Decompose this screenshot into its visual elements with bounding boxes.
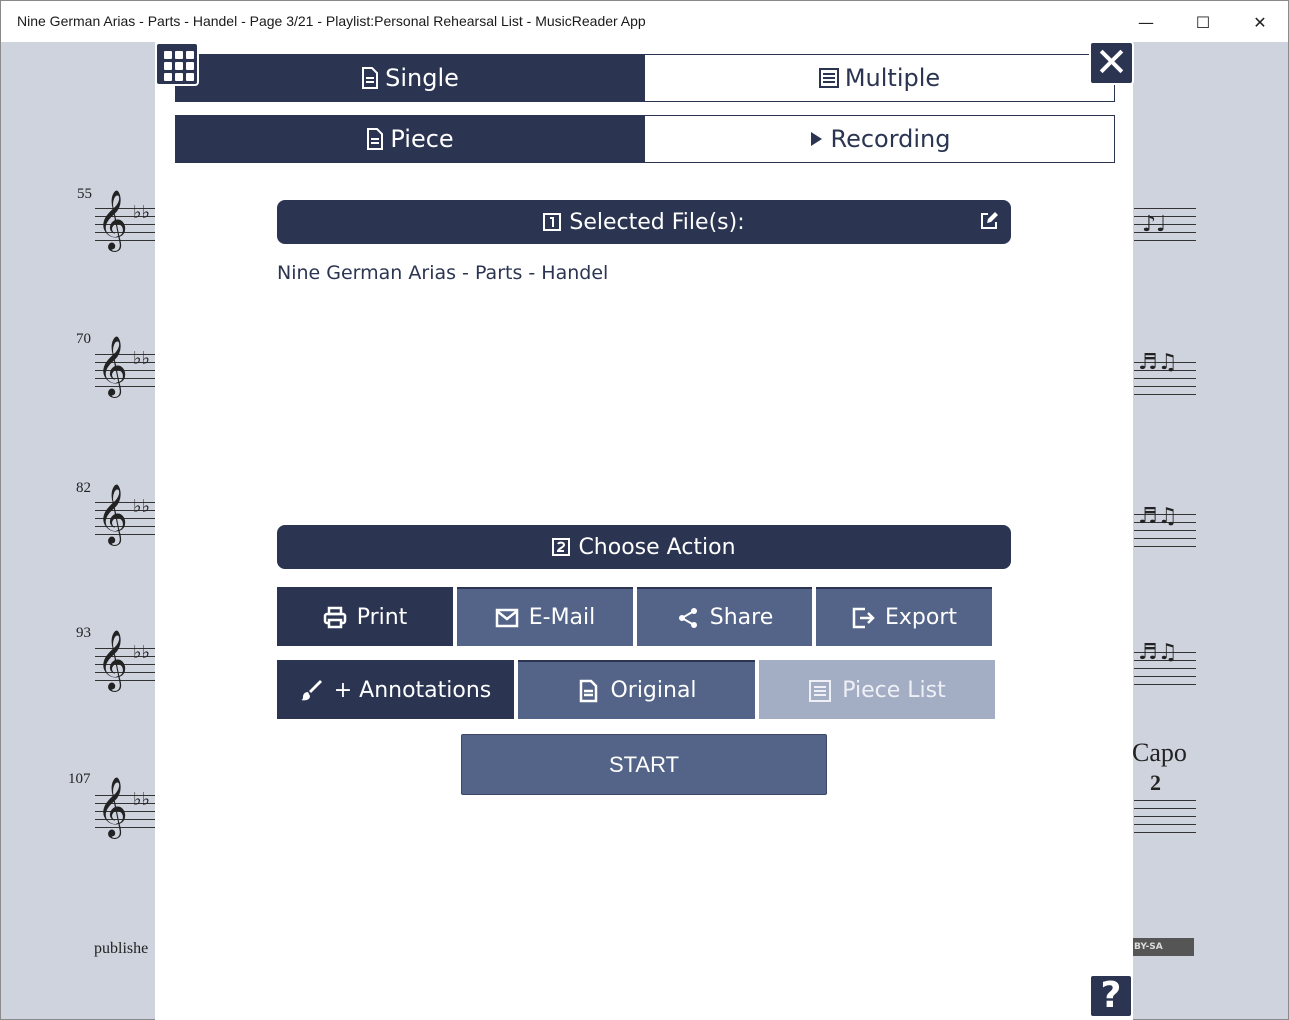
tab-label: Single (385, 64, 459, 92)
measure-number: 70 (76, 331, 91, 347)
license-badge: BY-SA (1132, 938, 1194, 956)
share-button[interactable]: Share (637, 587, 812, 647)
grid-dot (175, 73, 183, 81)
email-button[interactable]: E-Mail (457, 587, 633, 647)
flat-icon: ♭♭ (133, 496, 150, 517)
maximize-button[interactable]: ☐ (1175, 1, 1231, 43)
measure-number: 55 (77, 186, 92, 202)
selected-files-header: Selected File(s): (277, 200, 1011, 244)
export-label: Export (884, 605, 957, 630)
capo-marking: Capo (1132, 738, 1187, 767)
window-close-button[interactable]: ✕ (1232, 1, 1288, 43)
publisher-text: publishe (94, 940, 149, 957)
treble-clef-icon: 𝄞 (97, 484, 128, 544)
grid-dot (175, 62, 183, 70)
notes-icon: ♪♩ (1142, 212, 1167, 237)
selected-files-label: Selected File(s): (569, 209, 745, 235)
notes-icon: ♬♫ (1138, 640, 1178, 665)
window-title: Nine German Arias - Parts - Handel - Pag… (17, 13, 646, 29)
grid-dot (164, 62, 172, 70)
document-icon (367, 128, 384, 150)
capo-number: 2 (1150, 770, 1161, 795)
edit-icon[interactable] (979, 211, 999, 231)
play-icon (811, 132, 823, 146)
close-panel-button[interactable]: ✕ (1089, 41, 1134, 85)
grid-dot (164, 73, 172, 81)
annotations-button[interactable]: + Annotations (277, 660, 514, 720)
piece-list-label: Piece List (842, 678, 946, 703)
original-label: Original (610, 678, 697, 703)
notes-icon: ♬♫ (1138, 504, 1178, 529)
tab-label: Piece (390, 125, 454, 153)
flat-icon: ♭♭ (133, 202, 150, 223)
treble-clef-icon: 𝄞 (97, 190, 128, 250)
list-icon (818, 68, 839, 88)
grid-dot (186, 62, 194, 70)
minimize-button[interactable]: — (1118, 1, 1174, 43)
selected-file-name[interactable]: Nine German Arias - Parts - Handel (277, 262, 608, 284)
staff: 𝄞 ♭♭ (95, 781, 157, 833)
step-two-icon (552, 538, 571, 556)
tab-label: Multiple (844, 64, 941, 92)
treble-clef-icon: 𝄞 (97, 630, 128, 690)
annotations-label: + Annotations (333, 678, 492, 703)
choose-action-header: Choose Action (277, 525, 1011, 569)
flat-icon: ♭♭ (133, 789, 150, 810)
tab-label: Recording (830, 125, 951, 153)
staff: 𝄞 ♭♭ (95, 488, 157, 540)
staff: 𝄞 ♭♭ (95, 194, 157, 246)
brush-icon (300, 679, 322, 700)
document-icon (580, 679, 598, 702)
measure-number: 107 (68, 771, 91, 787)
tab-piece[interactable]: Piece (175, 115, 645, 163)
list-icon (809, 679, 832, 702)
staff: ♬♫ (1134, 350, 1196, 396)
original-button[interactable]: Original (518, 660, 755, 720)
staff: 𝄞 ♭♭ (95, 634, 157, 686)
export-button[interactable]: Export (816, 587, 992, 647)
piece-list-button[interactable]: Piece List (759, 660, 995, 720)
step-one-icon (543, 213, 562, 231)
print-label: Print (356, 605, 408, 630)
tab-multiple[interactable]: Multiple (644, 54, 1115, 102)
notes-icon: ♬♫ (1138, 350, 1178, 375)
printer-icon (323, 606, 346, 628)
email-label: E-Mail (528, 605, 596, 630)
measure-number: 82 (76, 480, 91, 496)
grid-dot (186, 73, 194, 81)
title-bar: Nine German Arias - Parts - Handel - Pag… (0, 0, 1289, 42)
measure-number: 93 (76, 625, 91, 641)
grid-dot (175, 51, 183, 59)
document-icon (362, 67, 379, 89)
staff: ♬♫ (1134, 640, 1196, 686)
tab-single[interactable]: Single (175, 54, 645, 102)
share-icon (678, 607, 697, 628)
staff (1134, 800, 1196, 834)
staff: ♪♩ (1134, 208, 1196, 242)
treble-clef-icon: 𝄞 (97, 336, 128, 396)
staff: ♬♫ (1134, 504, 1196, 548)
export-icon (852, 607, 875, 628)
staff: 𝄞 ♭♭ (95, 340, 157, 392)
grid-dot (186, 51, 194, 59)
mail-icon (495, 608, 518, 627)
print-button[interactable]: Print (277, 587, 453, 647)
flat-icon: ♭♭ (133, 348, 150, 369)
choose-action-label: Choose Action (578, 534, 736, 560)
share-label: Share (709, 605, 774, 630)
tab-recording[interactable]: Recording (644, 115, 1115, 163)
flat-icon: ♭♭ (133, 642, 150, 663)
start-button[interactable]: START (461, 734, 827, 795)
apps-grid-button[interactable] (155, 42, 199, 86)
treble-clef-icon: 𝄞 (97, 777, 128, 837)
help-button[interactable]: ? (1089, 974, 1133, 1018)
grid-dot (164, 51, 172, 59)
